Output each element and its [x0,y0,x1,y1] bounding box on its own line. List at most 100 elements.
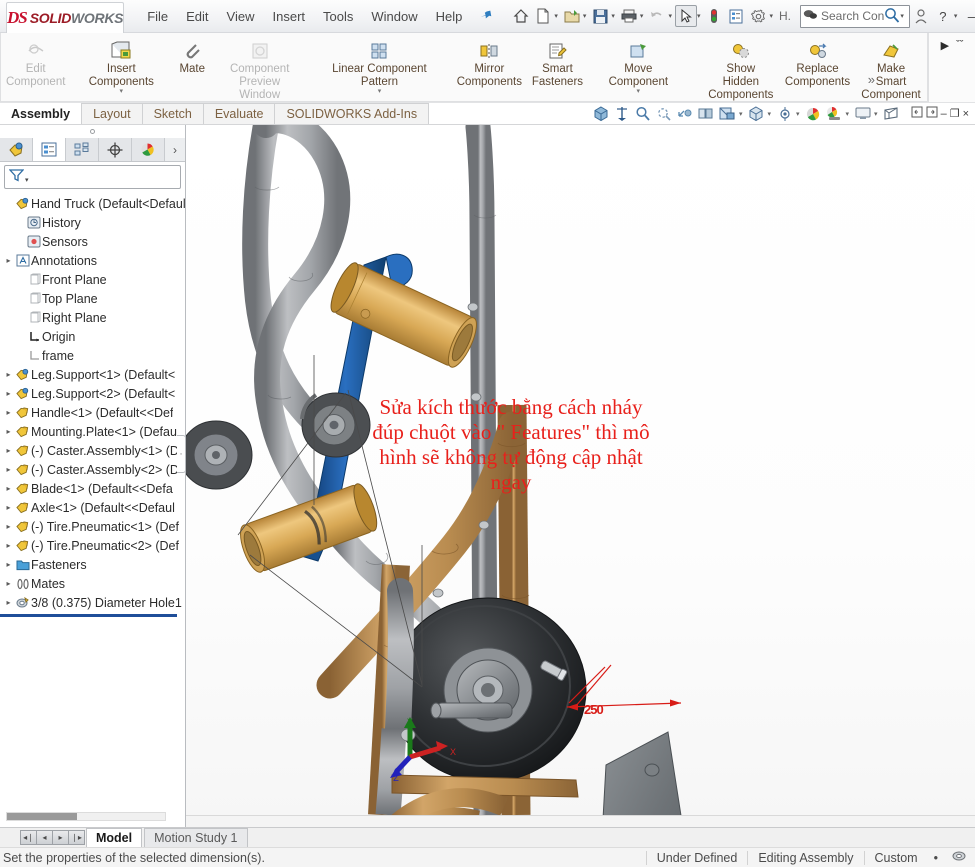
menu-item-window[interactable]: Window [362,6,426,27]
nav-last-button[interactable]: ❘▸ [68,830,85,845]
select-caret[interactable]: ▾ [697,12,701,20]
tree-node-sensors[interactable]: Sensors [0,232,185,251]
feature-tree-list[interactable]: Hand Truck (Default<Default_ History Sen… [0,192,185,827]
undo-caret[interactable]: ▾ [668,12,672,20]
tree-node-tire-pneumatic-1[interactable]: ▸ (-) Tire.Pneumatic<1> (Def [0,517,185,536]
tree-node-caster-assembly-2[interactable]: ▸ (-) Caster.Assembly<2> (D◦ [0,460,185,479]
options-list-icon[interactable] [725,5,747,27]
rebuild-icon[interactable] [703,5,725,27]
show-hidden-components-button[interactable]: Show Hidden Components [702,37,780,104]
nav-next-button[interactable]: ▸ [52,830,69,845]
save-icon[interactable] [589,5,611,27]
tree-expander[interactable]: ▸ [2,541,15,550]
tree-node-hand-truck[interactable]: Hand Truck (Default<Default_ [0,194,185,213]
property-manager-tab[interactable] [33,138,66,161]
graphics-viewport[interactable]: 250 Sửa kích thước bằng cách nháy đúp ch… [186,125,975,827]
apply-scene-icon[interactable] [825,104,844,123]
tree-node-fasteners[interactable]: ▸ Fasteners [0,555,185,574]
ribbon-play-icon[interactable]: ▶ [941,39,949,52]
menu-item-insert[interactable]: Insert [264,6,315,27]
doc-minimize-button[interactable]: – [941,108,947,120]
gear-caret[interactable]: ▾ [769,12,773,20]
tree-scroll-thumb[interactable] [7,813,77,820]
smart-fasteners-button[interactable]: Smart Fasteners [527,37,588,91]
apply-scene-caret[interactable]: ▾ [846,110,850,118]
pushpin-icon[interactable] [476,6,496,27]
section-view-caret[interactable]: ▾ [739,110,743,118]
display-manager-tab[interactable] [132,138,165,161]
tree-node-top-plane[interactable]: Top Plane [0,289,185,308]
search-caret[interactable]: ▾ [900,12,904,20]
chevron-right-icon[interactable]: › [165,138,185,161]
graphics-horizontal-scrollbar[interactable] [186,815,975,827]
minimize-button[interactable]: – [960,5,975,27]
feature-manager-tree-tab[interactable] [0,138,33,161]
tree-node-annotations[interactable]: ▸ Annotations [0,251,185,270]
mirror-components-button[interactable]: Mirror Components [452,37,527,91]
tree-expander[interactable]: ▸ [2,446,15,455]
nav-first-button[interactable]: ◂❘ [20,830,37,845]
user-account-icon[interactable] [910,5,932,27]
tab-sketch[interactable]: Sketch [141,103,204,124]
tree-node-handle-1[interactable]: ▸ Handle<1> (Default<<Def [0,403,185,422]
tree-node-right-plane[interactable]: Right Plane [0,308,185,327]
zoom-to-area-icon[interactable] [655,104,674,123]
tree-node-blade-1[interactable]: ▸ Blade<1> (Default<<Defa [0,479,185,498]
restore-right-icon[interactable] [926,106,938,121]
tree-expander[interactable]: ▸ [2,598,15,607]
panel-resize-handle[interactable] [0,125,185,138]
tree-expander[interactable]: ▸ [2,408,15,417]
bottom-tab-motion-study[interactable]: Motion Study 1 [144,828,248,847]
view-setting-caret[interactable]: ▾ [874,110,878,118]
doc-close-button[interactable]: × [963,108,969,120]
tree-node-caster-assembly-1[interactable]: ▸ (-) Caster.Assembly<1> (D◦ [0,441,185,460]
feature-tree-filter[interactable]: ▾ [4,165,181,189]
tree-expander[interactable]: ▸ [2,370,15,379]
restore-left-icon[interactable] [911,106,923,121]
panel-flyout-tab[interactable]: ◦ [177,435,186,473]
status-units[interactable]: Custom [863,850,928,865]
make-smart-component-button[interactable]: Make Smart Component [855,37,927,104]
perspective-icon[interactable] [882,104,901,123]
display-style-icon[interactable] [747,104,766,123]
tree-expander[interactable]: ▸ [2,389,15,398]
open-caret[interactable]: ▾ [583,12,587,20]
insert-components-caret[interactable]: ▾ [120,88,124,95]
tree-node-front-plane[interactable]: Front Plane [0,270,185,289]
print-caret[interactable]: ▾ [640,12,644,20]
status-units-caret[interactable]: • [928,851,944,865]
tree-expander[interactable]: ▸ [2,522,15,531]
hide-show-caret[interactable]: ▾ [796,110,800,118]
dimxpert-manager-tab[interactable] [99,138,132,161]
mate-button[interactable]: Mate [172,37,212,78]
move-component-caret[interactable]: ▾ [637,88,641,95]
tree-node-frame[interactable]: frame [0,346,185,365]
rollback-bar[interactable] [0,614,177,617]
tree-expander[interactable]: ▸ [2,427,15,436]
linear-component-pattern-button[interactable]: Linear Component Pattern ▾ [307,37,452,96]
tree-horizontal-scrollbar[interactable] [6,812,166,821]
tab-solidworks-addins[interactable]: SOLIDWORKS Add-Ins [274,103,430,124]
tree-node-tire-pneumatic-2[interactable]: ▸ (-) Tire.Pneumatic<2> (Def [0,536,185,555]
menu-item-help[interactable]: Help [427,6,472,27]
menu-item-edit[interactable]: Edit [177,6,217,27]
ribbon-collapse-icon[interactable]: ˇˇ [956,39,963,51]
tab-evaluate[interactable]: Evaluate [202,103,276,124]
tree-expander[interactable]: ▸ [2,579,15,588]
open-folder-icon[interactable] [561,5,583,27]
insert-components-button[interactable]: Insert Components ▾ [70,37,172,96]
select-arrow-icon[interactable] [674,5,697,27]
help-caret[interactable]: ▾ [954,12,958,20]
view-orientation-icon[interactable] [613,104,632,123]
menu-item-tools[interactable]: Tools [314,6,362,27]
replace-components-button[interactable]: Replace Components [780,37,855,91]
bottom-tab-model[interactable]: Model [86,828,143,847]
move-component-button[interactable]: Move Component ▾ [588,37,689,96]
tree-expander[interactable]: ▸ [2,465,15,474]
edit-component-button[interactable]: Edit Component [1,37,70,91]
undo-icon[interactable] [646,5,668,27]
solidworks-logo[interactable]: DS SOLID WORKS [6,1,125,33]
hide-show-items-icon[interactable] [775,104,794,123]
gear-icon[interactable] [747,5,769,27]
doc-restore-button[interactable]: ❐ [950,107,960,120]
